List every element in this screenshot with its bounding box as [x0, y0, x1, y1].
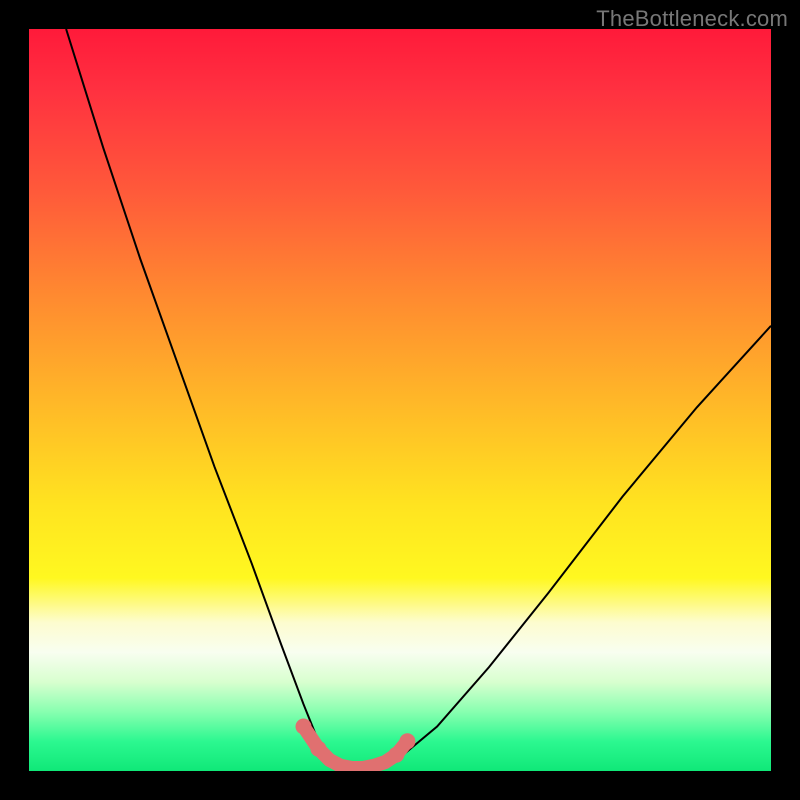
highlight-dot	[399, 733, 415, 749]
curve-group	[66, 29, 771, 771]
highlight-dot	[388, 747, 404, 763]
watermark-text: TheBottleneck.com	[596, 6, 788, 32]
highlight-dot	[310, 741, 326, 757]
plot-area	[29, 29, 771, 771]
chart-svg	[29, 29, 771, 771]
bottleneck-curve-path	[66, 29, 771, 771]
marker-group	[296, 719, 416, 769]
highlight-dot	[296, 719, 312, 735]
highlight-band-path	[304, 727, 408, 769]
